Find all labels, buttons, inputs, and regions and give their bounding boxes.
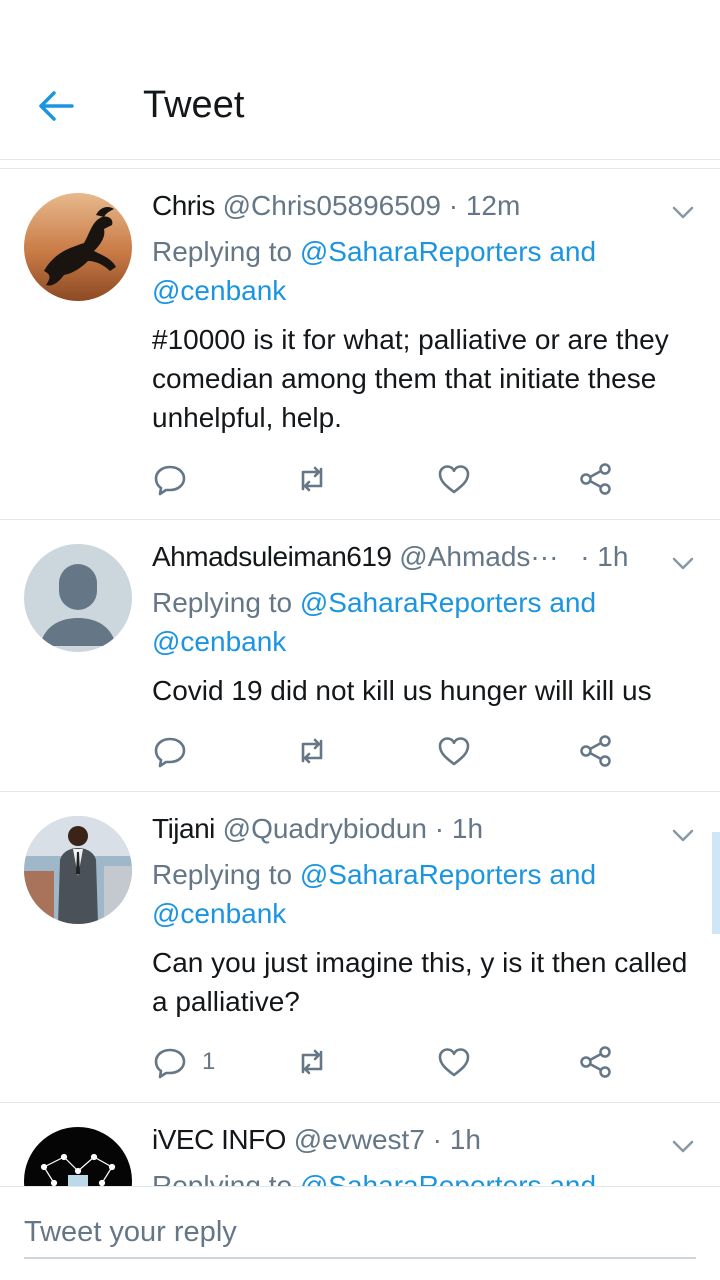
replying-to-line: Replying to @SaharaReporters and [152, 1166, 692, 1186]
replying-to-line: Replying to @SaharaReporters and @cenban… [152, 855, 692, 933]
display-name[interactable]: Tijani [152, 813, 215, 844]
chevron-down-icon[interactable] [670, 822, 696, 848]
share-button[interactable] [578, 459, 614, 499]
heart-icon [438, 1048, 470, 1077]
scrollbar-thumb[interactable] [712, 832, 720, 934]
mention-link[interactable]: @SaharaReporters [300, 859, 542, 890]
tweet-item[interactable]: Tijani @Quadrybiodun · 1h Replying to @S… [0, 792, 720, 1103]
tweet-item[interactable]: iVEC INFO @evwest7 · 1h Replying to @Sah… [0, 1103, 720, 1186]
top-bar: Tweet [0, 0, 720, 160]
person-photo-avatar[interactable] [24, 816, 132, 924]
back-arrow-icon[interactable] [34, 84, 78, 128]
user-handle[interactable]: @Chris05896509 [223, 190, 441, 221]
timestamp: · 1h [434, 813, 484, 844]
reply-composer [0, 1186, 720, 1280]
mention-link[interactable]: @SaharaReporters [300, 587, 542, 618]
reply-count: 1 [202, 1048, 216, 1075]
reply-button[interactable] [152, 459, 202, 499]
share-icon [580, 463, 611, 495]
share-button[interactable] [578, 731, 614, 771]
chevron-down-icon[interactable] [670, 550, 696, 576]
share-icon [580, 1046, 611, 1078]
timestamp: · 1h [432, 1124, 481, 1155]
like-button[interactable] [436, 459, 472, 499]
replying-to-line: Replying to @SaharaReporters and @cenban… [152, 583, 692, 661]
reply-button[interactable] [152, 731, 202, 771]
tweet-item[interactable]: Ahmadsuleiman619 @Ahmads··· · 1h Replyin… [0, 520, 720, 792]
retweet-icon [301, 1049, 323, 1075]
tweet-text: Can you just imagine this, y is it then … [152, 947, 688, 1017]
network-logo-avatar[interactable] [24, 1127, 132, 1186]
tweet-text: #10000 is it for what; palliative or are… [152, 324, 669, 433]
reply-button[interactable]: 1 [152, 1042, 215, 1082]
retweet-button[interactable] [294, 731, 330, 771]
chevron-down-icon[interactable] [670, 199, 696, 225]
timestamp: · 12m [448, 190, 521, 221]
display-name[interactable]: iVEC INFO [152, 1124, 286, 1155]
like-button[interactable] [436, 1042, 472, 1082]
reply-feed[interactable]: Chris @Chris05896509 · 12m Replying to @… [0, 168, 720, 1186]
mention-link[interactable]: @cenbank [152, 626, 286, 657]
retweet-button[interactable] [294, 1042, 330, 1082]
tweet-actions: 1 [152, 1042, 632, 1082]
and-label: and [549, 1170, 597, 1186]
timestamp: · 1h [580, 541, 629, 572]
horse-avatar[interactable] [24, 193, 132, 301]
replying-to-label: Replying to [152, 587, 293, 618]
page-title: Tweet [143, 84, 245, 126]
retweet-icon [301, 738, 323, 764]
heart-icon [438, 737, 470, 766]
display-name[interactable]: Ahmadsuleiman619 [152, 541, 392, 572]
replying-to-label: Replying to [152, 859, 293, 890]
share-icon [580, 735, 611, 767]
heart-icon [438, 465, 470, 494]
mention-link[interactable]: @cenbank [152, 275, 286, 306]
user-handle[interactable]: @Quadrybiodun [223, 813, 427, 844]
tweet-actions [152, 731, 632, 771]
retweet-button[interactable] [294, 459, 330, 499]
default-profile-avatar[interactable] [24, 544, 132, 652]
reply-icon [154, 1048, 186, 1079]
and-label: and [549, 859, 597, 890]
mention-link[interactable]: @SaharaReporters [300, 1170, 542, 1186]
and-label: and [549, 587, 597, 618]
tweet-item[interactable]: Chris @Chris05896509 · 12m Replying to @… [0, 169, 720, 520]
mention-link[interactable]: @cenbank [152, 898, 286, 929]
mention-link[interactable]: @SaharaReporters [300, 236, 542, 267]
replying-to-label: Replying to [152, 1170, 293, 1186]
tweet-text: Covid 19 did not kill us hunger will kil… [152, 675, 652, 706]
and-label: and [549, 236, 597, 267]
tweet-header: Ahmadsuleiman619 @Ahmads··· · 1h [152, 540, 628, 574]
display-name[interactable]: Chris [152, 190, 215, 221]
reply-icon [154, 465, 186, 496]
reply-input[interactable] [24, 1207, 696, 1259]
reply-icon [154, 737, 186, 768]
user-handle[interactable]: @evwest7 [294, 1124, 425, 1155]
tweet-actions [152, 459, 632, 499]
chevron-down-icon[interactable] [670, 1133, 696, 1159]
share-button[interactable] [578, 1042, 614, 1082]
retweet-icon [301, 466, 323, 492]
user-handle[interactable]: @Ahmads··· [399, 541, 558, 572]
tweet-header: Tijani @Quadrybiodun · 1h [152, 812, 483, 846]
replying-to-label: Replying to [152, 236, 293, 267]
tweet-header: Chris @Chris05896509 · 12m [152, 189, 520, 223]
like-button[interactable] [436, 731, 472, 771]
tweet-header: iVEC INFO @evwest7 · 1h [152, 1123, 481, 1157]
replying-to-line: Replying to @SaharaReporters and @cenban… [152, 232, 692, 310]
